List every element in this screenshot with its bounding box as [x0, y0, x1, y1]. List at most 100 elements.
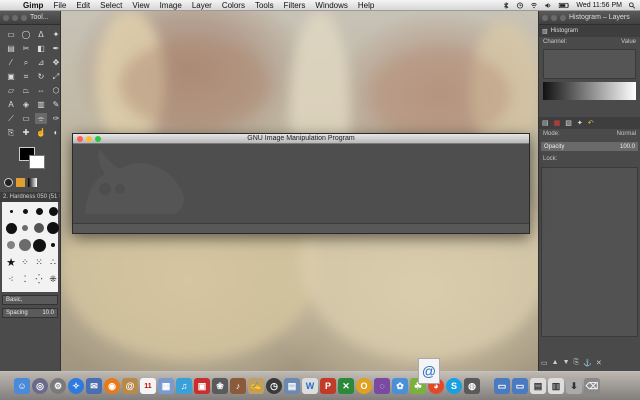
heal-icon[interactable]: ✚ [20, 127, 32, 138]
background-color-swatch[interactable] [29, 155, 45, 169]
dodge-burn-icon[interactable]: ◐ [50, 127, 62, 138]
system-preferences-icon[interactable]: ⚙ [50, 378, 66, 394]
gimp-icon[interactable]: ✍ [248, 378, 264, 394]
menu-windows[interactable]: Windows [310, 0, 352, 11]
minimize-icon[interactable] [551, 14, 557, 21]
ichat-icon[interactable]: ✿ [392, 378, 408, 394]
align-icon[interactable]: ▣ [5, 71, 17, 82]
channels-tab-icon[interactable]: ▦ [554, 119, 561, 127]
brush-item[interactable] [18, 221, 32, 235]
menu-layer[interactable]: Layer [187, 0, 217, 11]
zoom-tool-icon[interactable]: ⌕ [20, 57, 32, 68]
brush-item[interactable] [32, 204, 46, 218]
menu-tools[interactable]: Tools [250, 0, 279, 11]
menu-select[interactable]: Select [95, 0, 127, 11]
menu-view[interactable]: View [127, 0, 154, 11]
finder-icon[interactable]: ☺ [14, 378, 30, 394]
opacity-slider[interactable]: Opacity 100.0 [541, 142, 638, 151]
eraser-icon[interactable]: ▭ [20, 113, 32, 124]
preview-icon[interactable]: ▦ [158, 378, 174, 394]
zoom-icon[interactable] [21, 14, 27, 21]
itunes-icon[interactable]: ♫ [176, 378, 192, 394]
app-store-icon[interactable]: ▤ [284, 378, 300, 394]
address-book-icon[interactable]: @ [122, 378, 138, 394]
gradient-preview-icon[interactable] [28, 177, 37, 187]
close-icon[interactable] [3, 14, 9, 21]
rect-select-icon[interactable]: ▭ [5, 29, 17, 40]
photo-booth-icon[interactable]: ▣ [194, 378, 210, 394]
fuzzy-select-icon[interactable]: ✦ [50, 29, 62, 40]
brush-item[interactable] [18, 204, 32, 218]
text-tool-icon[interactable]: A [5, 99, 17, 110]
channel-row[interactable]: Channel: Value [539, 37, 640, 47]
spacing-field[interactable]: Spacing 10.0 [2, 308, 58, 318]
perspective-icon[interactable]: ⏢ [20, 85, 32, 96]
mode-row[interactable]: Mode: Normal [539, 129, 640, 139]
color-picker-icon[interactable]: ⁄ [5, 57, 17, 68]
time-machine-dock-icon[interactable]: ◷ [266, 378, 282, 394]
menu-app-name[interactable]: Gimp [18, 0, 48, 11]
brush-item[interactable]: ★ [4, 256, 18, 270]
safari-icon[interactable]: ✧ [68, 378, 84, 394]
brush-item[interactable] [18, 238, 32, 252]
blend-icon[interactable]: ▥ [35, 99, 47, 110]
lower-layer-icon[interactable]: ▼ [563, 359, 570, 369]
dashboard-icon[interactable]: ◎ [32, 378, 48, 394]
duplicate-layer-icon[interactable]: ⎘ [574, 359, 580, 369]
crop-icon[interactable]: ⌗ [20, 71, 32, 82]
clock[interactable]: Wed 11:56 PM [576, 2, 622, 9]
brush-item[interactable]: ⁖ [4, 273, 18, 287]
brush-item[interactable]: ⁜ [46, 273, 60, 287]
brush-item[interactable] [4, 221, 18, 235]
clone-icon[interactable]: ⎘ [5, 127, 17, 138]
zoom-icon[interactable] [560, 14, 566, 21]
menu-help[interactable]: Help [353, 0, 379, 11]
menu-filters[interactable]: Filters [279, 0, 311, 11]
pencil-icon[interactable]: ✎ [50, 99, 62, 110]
layer-list[interactable] [541, 167, 638, 337]
spotlight-icon[interactable] [628, 1, 636, 9]
skype-icon[interactable]: S [446, 378, 462, 394]
screenshot-stack-icon[interactable]: ▥ [548, 378, 564, 394]
menu-edit[interactable]: Edit [71, 0, 95, 11]
shear-icon[interactable]: ▱ [5, 85, 17, 96]
firefox-icon[interactable]: ◉ [104, 378, 120, 394]
wifi-icon[interactable] [530, 2, 538, 9]
applications-folder-icon[interactable]: ▭ [494, 378, 510, 394]
rotate-icon[interactable]: ↻ [35, 71, 47, 82]
brush-item[interactable] [4, 238, 18, 252]
main-window-titlebar[interactable]: GNU Image Manipulation Program [73, 134, 529, 144]
move-icon[interactable]: ✥ [50, 57, 62, 68]
brush-item[interactable]: ⁛ [32, 273, 46, 287]
minimize-icon[interactable] [12, 14, 18, 21]
volume-icon[interactable] [544, 2, 552, 9]
cage-icon[interactable]: ⬡ [50, 85, 62, 96]
paintbrush-icon[interactable]: ⟋ [5, 113, 17, 124]
scale-icon[interactable]: ⤢ [50, 71, 62, 82]
menu-image[interactable]: Image [155, 0, 187, 11]
paths-tab-icon[interactable]: ▧ [565, 119, 572, 127]
bluetooth-icon[interactable] [502, 1, 510, 9]
iphoto-icon[interactable]: ❀ [212, 378, 228, 394]
flip-icon[interactable]: ⇔ [35, 85, 47, 96]
smudge-icon[interactable]: ☝ [35, 127, 47, 138]
scissors-icon[interactable]: ✂ [20, 43, 32, 54]
brushes-tab-icon[interactable]: ✦ [577, 119, 583, 127]
new-layer-icon[interactable]: ▭ [541, 359, 548, 369]
brush-item[interactable]: ⁙ [32, 256, 46, 270]
time-machine-icon[interactable] [516, 1, 524, 9]
pattern-preview-icon[interactable] [16, 177, 25, 187]
raise-layer-icon[interactable]: ▲ [552, 359, 559, 369]
bucket-fill-icon[interactable]: ◈ [20, 99, 32, 110]
ellipse-select-icon[interactable]: ◯ [20, 29, 32, 40]
brush-item[interactable] [32, 221, 46, 235]
color-select-icon[interactable]: ▤ [5, 43, 17, 54]
layers-tab-icon[interactable]: ▤ [542, 119, 549, 127]
mail-document-icon[interactable]: @ [418, 358, 440, 384]
downloads-stack-icon[interactable]: ⬇ [566, 378, 582, 394]
brush-item[interactable] [4, 204, 18, 218]
stickies-icon[interactable]: ◍ [464, 378, 480, 394]
trash-icon[interactable]: ⌫ [584, 378, 600, 394]
panel-titlebar[interactable]: Histogram – Layers [539, 11, 640, 25]
entourage-icon[interactable]: ◌ [374, 378, 390, 394]
